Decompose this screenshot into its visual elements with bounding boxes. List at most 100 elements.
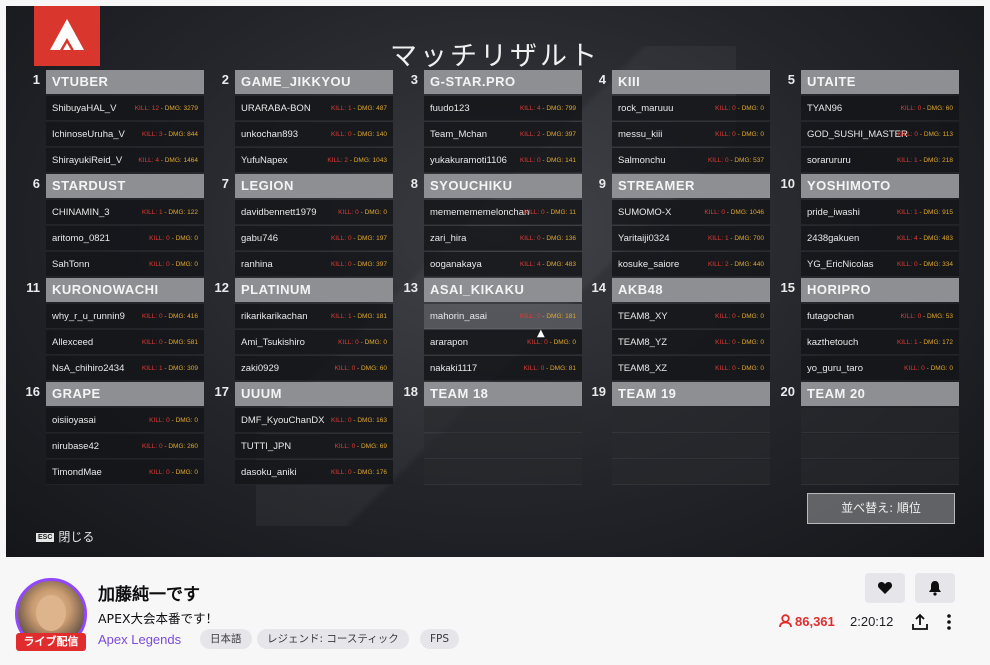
empty-player-row xyxy=(424,408,582,433)
team-number: 13 xyxy=(403,280,418,295)
player-list: mahorin_asai KILL: 0 - DMG: 181 ararapon KI… xyxy=(424,304,582,382)
close-label: 閉じる xyxy=(58,530,95,544)
player-row[interactable]: TUTTI_JPN KILL: 0 - DMG: 69 xyxy=(235,434,393,459)
player-row[interactable]: ranhina KILL: 0 - DMG: 397 xyxy=(235,252,393,277)
tag-fps[interactable]: FPS xyxy=(420,629,460,649)
player-list: DMF_KyouChanDX KILL: 0 - DMG: 163 TUTTI_JP… xyxy=(235,408,393,486)
close-hint[interactable]: ESC 閉じる xyxy=(36,528,94,545)
dmg-label: DMG xyxy=(357,235,373,242)
player-row[interactable]: fuudo123 KILL: 4 - DMG: 799 xyxy=(424,96,582,121)
player-row[interactable]: gabu746 KILL: 0 - DMG: 197 xyxy=(235,226,393,251)
player-list: TEAM8_XY KILL: 0 - DMG: 0 TEAM8_YZ KILL: 0 … xyxy=(612,304,770,382)
player-row[interactable]: DMF_KyouChanDX KILL: 0 - DMG: 163 xyxy=(235,408,393,433)
dmg-value: 60 xyxy=(379,365,387,372)
player-row[interactable]: CHINAMIN_3 KILL: 1 - DMG: 122 xyxy=(46,200,204,225)
dmg-label: DMG xyxy=(168,209,184,216)
dmg-label: DMG xyxy=(175,469,191,476)
player-row[interactable]: nirubase42 KILL: 0 - DMG: 260 xyxy=(46,434,204,459)
team-card: 20 TEAM 20 xyxy=(769,382,959,486)
player-row[interactable]: ooganakaya KILL: 4 - DMG: 483 xyxy=(424,252,582,277)
player-row[interactable]: dasoku_aniki KILL: 0 - DMG: 176 xyxy=(235,460,393,485)
player-list xyxy=(801,408,959,486)
player-row[interactable]: zaki0929 KILL: 0 - DMG: 60 xyxy=(235,356,393,381)
player-row[interactable]: TEAM8_YZ KILL: 0 - DMG: 0 xyxy=(612,330,770,355)
dmg-value: 1464 xyxy=(183,157,198,164)
player-row[interactable]: SUMOMO-X KILL: 0 - DMG: 1046 xyxy=(612,200,770,225)
player-row[interactable]: aritomo_0821 KILL: 0 - DMG: 0 xyxy=(46,226,204,251)
dmg-label: DMG xyxy=(546,105,562,112)
dmg-label: DMG xyxy=(734,235,750,242)
player-row[interactable]: YG_EricNicolas KILL: 0 - DMG: 334 xyxy=(801,252,959,277)
player-row[interactable]: why_r_u_runnin9 KILL: 0 - DMG: 416 xyxy=(46,304,204,329)
player-row[interactable]: rock_maruuu KILL: 0 - DMG: 0 xyxy=(612,96,770,121)
player-row[interactable]: ararapon KILL: 0 - DMG: 0 xyxy=(424,330,582,355)
player-row[interactable]: rikarikarikachan KILL: 1 - DMG: 181 xyxy=(235,304,393,329)
share-button[interactable] xyxy=(911,613,929,635)
team-number: 20 xyxy=(780,384,795,399)
player-row[interactable]: Salmonchu KILL: 0 - DMG: 537 xyxy=(612,148,770,173)
player-row[interactable]: kazthetouch KILL: 1 - DMG: 172 xyxy=(801,330,959,355)
player-stats: KILL: 4 - DMG: 483 xyxy=(520,252,576,277)
player-row[interactable]: NsA_chihiro2434 KILL: 1 - DMG: 309 xyxy=(46,356,204,381)
player-row[interactable]: Team_Mchan KILL: 2 - DMG: 397 xyxy=(424,122,582,147)
player-row[interactable]: yukakuramoti1106 KILL: 0 - DMG: 141 xyxy=(424,148,582,173)
player-row[interactable]: messu_kiii KILL: 0 - DMG: 0 xyxy=(612,122,770,147)
player-row[interactable]: TEAM8_XZ KILL: 0 - DMG: 0 xyxy=(612,356,770,381)
player-row[interactable]: Yaritaiji0324 KILL: 1 - DMG: 700 xyxy=(612,226,770,251)
kill-label: KILL xyxy=(707,235,722,242)
player-stats: KILL: 0 - DMG: 69 xyxy=(335,434,387,459)
team-card: 9 STREAMER SUMOMO-X KILL: 0 - DMG: 1046 Yari… xyxy=(580,174,770,278)
channel-name[interactable]: 加藤純一です xyxy=(98,580,200,605)
kill-label: KILL xyxy=(138,157,152,164)
more-options-button[interactable] xyxy=(944,613,954,635)
player-row[interactable]: Ami_Tsukishiro KILL: 0 - DMG: 0 xyxy=(235,330,393,355)
player-row[interactable]: pride_iwashi KILL: 1 - DMG: 915 xyxy=(801,200,959,225)
team-card: 12 PLATINUM rikarikarikachan KILL: 1 - DMG:… xyxy=(203,278,393,382)
dmg-value: 11 xyxy=(569,209,576,216)
sort-button[interactable]: 並べ替え: 順位 xyxy=(807,493,955,524)
player-row[interactable]: TimondMae KILL: 0 - DMG: 0 xyxy=(46,460,204,485)
player-row[interactable]: unkochan893 KILL: 0 - DMG: 140 xyxy=(235,122,393,147)
kill-label: KILL xyxy=(338,209,352,216)
player-row[interactable]: kosuke_saiore KILL: 2 - DMG: 440 xyxy=(612,252,770,277)
game-link[interactable]: Apex Legends xyxy=(98,632,181,647)
tag-language[interactable]: 日本語 xyxy=(200,629,252,649)
player-row[interactable]: mahorin_asai KILL: 0 - DMG: 181 xyxy=(424,304,582,329)
team-card: 1 VTUBER ShibuyaHAL_V KILL: 12 - DMG: 3279 I… xyxy=(14,70,204,174)
player-row[interactable]: ShirayukiReid_V KILL: 4 - DMG: 1464 xyxy=(46,148,204,173)
player-row[interactable]: sorarururu KILL: 1 - DMG: 218 xyxy=(801,148,959,173)
kill-label: KILL xyxy=(519,313,534,320)
video-player[interactable]: マッチリザルト 1 VTUBER ShibuyaHAL_V KILL: 12 - DM… xyxy=(6,6,984,557)
player-row[interactable]: yo_guru_taro KILL: 0 - DMG: 0 xyxy=(801,356,959,381)
kill-label: KILL xyxy=(519,131,534,138)
player-row[interactable]: IchinoseUruha_V KILL: 3 - DMG: 844 xyxy=(46,122,204,147)
player-row[interactable]: Allexceed KILL: 0 - DMG: 581 xyxy=(46,330,204,355)
tag-legend[interactable]: レジェンド: コースティック xyxy=(257,629,409,649)
player-row[interactable]: YufuNapex KILL: 2 - DMG: 1043 xyxy=(235,148,393,173)
player-stats: KILL: 1 - DMG: 700 xyxy=(708,226,764,251)
player-row[interactable]: oisiioyasai KILL: 0 - DMG: 0 xyxy=(46,408,204,433)
player-row[interactable]: futagochan KILL: 0 - DMG: 53 xyxy=(801,304,959,329)
dmg-label: DMG xyxy=(923,339,939,346)
player-row[interactable]: TEAM8_XY KILL: 0 - DMG: 0 xyxy=(612,304,770,329)
player-row[interactable]: zari_hira KILL: 0 - DMG: 136 xyxy=(424,226,582,251)
player-row[interactable]: GOD_SUSHI_MASTER KILL: 0 - DMG: 113 xyxy=(801,122,959,147)
dmg-value: 181 xyxy=(376,313,387,320)
empty-player-row xyxy=(801,434,959,459)
player-row[interactable]: SahTonn KILL: 0 - DMG: 0 xyxy=(46,252,204,277)
player-row[interactable]: nakaki1117 KILL: 0 - DMG: 81 xyxy=(424,356,582,381)
player-row[interactable]: mememememelonchan KILL: 0 - DMG: 11 xyxy=(424,200,582,225)
player-row[interactable]: URARABA-BON KILL: 1 - DMG: 487 xyxy=(235,96,393,121)
dmg-value: 537 xyxy=(753,157,764,164)
player-row[interactable]: 2438gakuen KILL: 4 - DMG: 483 xyxy=(801,226,959,251)
dmg-value: 260 xyxy=(187,443,198,450)
notification-button[interactable] xyxy=(915,573,955,603)
follow-button[interactable] xyxy=(865,573,905,603)
player-stats: KILL: 0 - DMG: 0 xyxy=(149,408,198,433)
dmg-label: DMG xyxy=(730,209,746,216)
player-row[interactable]: TYAN96 KILL: 0 - DMG: 60 xyxy=(801,96,959,121)
player-row[interactable]: ShibuyaHAL_V KILL: 12 - DMG: 3279 xyxy=(46,96,204,121)
empty-player-row xyxy=(801,408,959,433)
player-row[interactable]: davidbennett1979 KILL: 0 - DMG: 0 xyxy=(235,200,393,225)
player-list: CHINAMIN_3 KILL: 1 - DMG: 122 aritomo_0821… xyxy=(46,200,204,278)
